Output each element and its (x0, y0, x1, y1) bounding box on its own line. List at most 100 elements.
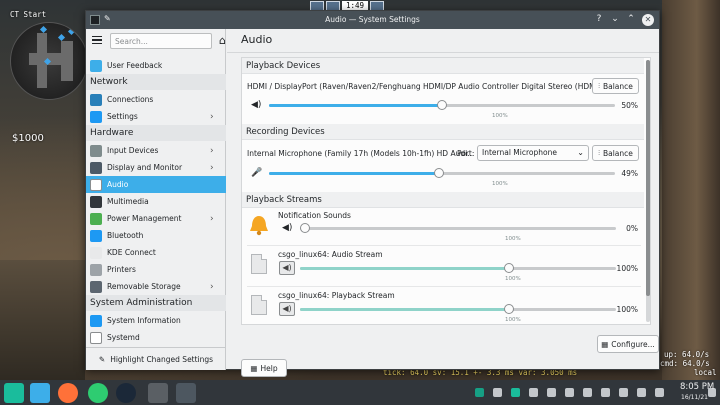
title-bar[interactable]: ✎ Audio — System Settings ? ⌄ ⌃ ✕ (86, 11, 659, 29)
sidebar-item-label: Systemd (107, 333, 140, 342)
app-icon[interactable] (88, 383, 108, 403)
playback-stream-volume-slider[interactable] (300, 304, 616, 314)
tray-icon[interactable] (547, 388, 556, 397)
search-input[interactable] (110, 33, 212, 49)
sidebar-item-system-information[interactable]: System Information (86, 312, 226, 329)
tray-app-icon[interactable] (475, 388, 484, 397)
playback-stream-100-mark: 100% (505, 317, 521, 323)
close-button[interactable]: ✕ (642, 14, 654, 26)
main-panel: ⌂ Audio Playback Devices HDMI / DisplayP… (219, 29, 659, 377)
sidebar-item-label: Bluetooth (107, 231, 144, 240)
application-file-icon (251, 254, 267, 274)
sidebar-item-label: Printers (107, 265, 136, 274)
clock-date[interactable]: 16/11/21 (681, 394, 708, 401)
volume-icon[interactable] (637, 388, 646, 397)
clock-time[interactable]: 8:05 PM (680, 382, 714, 392)
net-rate-up: up: 64.0/s (664, 350, 710, 359)
sidebar-category: System Administration (86, 295, 226, 311)
sidebar-item-icon (90, 144, 102, 157)
configure-button[interactable]: ▦ Configure... (597, 335, 659, 353)
help-title-button[interactable]: ? (593, 14, 605, 24)
main-header: ⌂ Audio (219, 29, 659, 53)
sidebar-header (86, 29, 226, 53)
slider-handle[interactable] (504, 263, 514, 273)
scrollbar-thumb[interactable] (646, 60, 650, 296)
sidebar-item-icon (90, 263, 102, 276)
system-settings-task-icon[interactable] (176, 383, 196, 403)
sidebar-item-bluetooth[interactable]: Bluetooth (86, 227, 226, 244)
app-launcher-icon[interactable] (4, 383, 24, 403)
divider (247, 286, 641, 287)
tray-icon[interactable] (565, 388, 574, 397)
game-floor (0, 260, 85, 380)
playback-streams-heading: Playback Streams (242, 192, 644, 208)
chevron-right-icon: › (210, 145, 214, 156)
sidebar-item-printers[interactable]: Printers (86, 261, 226, 278)
application-file-icon (251, 295, 267, 315)
highlight-changed-settings-button[interactable]: ✎ Highlight Changed Settings (86, 347, 226, 370)
sidebar-item-power-management[interactable]: Power Management › (86, 210, 226, 227)
file-manager-icon[interactable] (30, 383, 50, 403)
tray-icon[interactable] (493, 388, 502, 397)
microphone-icon[interactable]: 🎤 (251, 168, 263, 178)
port-label: Port: (457, 149, 475, 158)
slider-handle[interactable] (504, 304, 514, 314)
notification-volume-percent: 0% (626, 224, 638, 233)
slider-handle[interactable] (300, 223, 310, 233)
balance-label: Balance (602, 148, 633, 158)
steam-icon[interactable] (116, 383, 136, 403)
sidebar-item-systemd[interactable]: Systemd (86, 329, 226, 346)
sidebar-item-multimedia[interactable]: Multimedia (86, 193, 226, 210)
mute-toggle-icon[interactable]: ◀) (279, 302, 295, 316)
recording-balance-button[interactable]: ⫶ Balance (592, 145, 639, 161)
playback-volume-slider[interactable] (269, 100, 615, 110)
configure-label: Configure... (611, 339, 655, 349)
audio-content: Playback Devices HDMI / DisplayPort (Rav… (241, 57, 651, 325)
chevron-right-icon: › (210, 111, 214, 122)
home-icon[interactable]: ⌂ (219, 34, 226, 47)
firefox-icon[interactable] (58, 383, 78, 403)
playback-balance-button[interactable]: ⫶ Balance (592, 78, 639, 94)
sidebar-item-input-devices[interactable]: Input Devices › (86, 142, 226, 159)
slider-handle[interactable] (437, 100, 447, 110)
speaker-volume-icon[interactable]: ◀) (282, 223, 294, 233)
csgo-icon[interactable] (148, 383, 168, 403)
team-score-icon (370, 0, 385, 11)
sidebar-item-label: KDE Connect (107, 248, 156, 257)
stream-name-audio: csgo_linux64: Audio Stream (278, 250, 383, 259)
help-button[interactable]: ▦ Help (241, 359, 287, 377)
bluetooth-icon[interactable] (619, 388, 628, 397)
tray-icon[interactable] (511, 388, 520, 397)
sidebar-item-removable-storage[interactable]: Removable Storage › (86, 278, 226, 295)
hamburger-menu-icon[interactable] (92, 36, 102, 44)
port-select[interactable]: Internal Microphone ⌄ (477, 145, 589, 161)
sidebar-item-connections[interactable]: Connections (86, 91, 226, 108)
clipboard-icon[interactable] (601, 388, 610, 397)
divider (247, 245, 641, 246)
minimize-button[interactable]: ⌄ (609, 14, 621, 24)
content-scrollbar[interactable] (646, 60, 650, 322)
notification-volume-slider[interactable] (300, 223, 616, 233)
sidebar-item-icon (90, 331, 102, 344)
help-label: Help (260, 363, 278, 373)
speaker-volume-icon[interactable]: ◀) (251, 100, 263, 110)
sidebar-item-settings[interactable]: Settings › (86, 108, 226, 125)
maximize-button[interactable]: ⌃ (625, 14, 637, 24)
slider-track (300, 227, 616, 230)
sidebar-item-icon (90, 93, 102, 106)
chevron-right-icon: › (210, 162, 214, 173)
sidebar-item-audio[interactable]: Audio (86, 176, 226, 193)
sidebar-item-user-feedback[interactable]: User Feedback (86, 57, 226, 74)
tray-icon[interactable] (583, 388, 592, 397)
mute-toggle-icon[interactable]: ◀) (279, 261, 295, 275)
recording-volume-slider[interactable] (269, 168, 615, 178)
audio-stream-volume-slider[interactable] (300, 263, 616, 273)
sidebar-item-kde-connect[interactable]: KDE Connect (86, 244, 226, 261)
sidebar-item-display-and-monitor[interactable]: Display and Monitor › (86, 159, 226, 176)
sidebar: User Feedback Network Connections Settings ›… (86, 29, 226, 370)
tray-expand-icon[interactable] (655, 388, 664, 397)
configure-icon: ▦ (601, 339, 609, 349)
slider-fill (300, 308, 509, 311)
tray-icon[interactable] (529, 388, 538, 397)
slider-handle[interactable] (434, 168, 444, 178)
